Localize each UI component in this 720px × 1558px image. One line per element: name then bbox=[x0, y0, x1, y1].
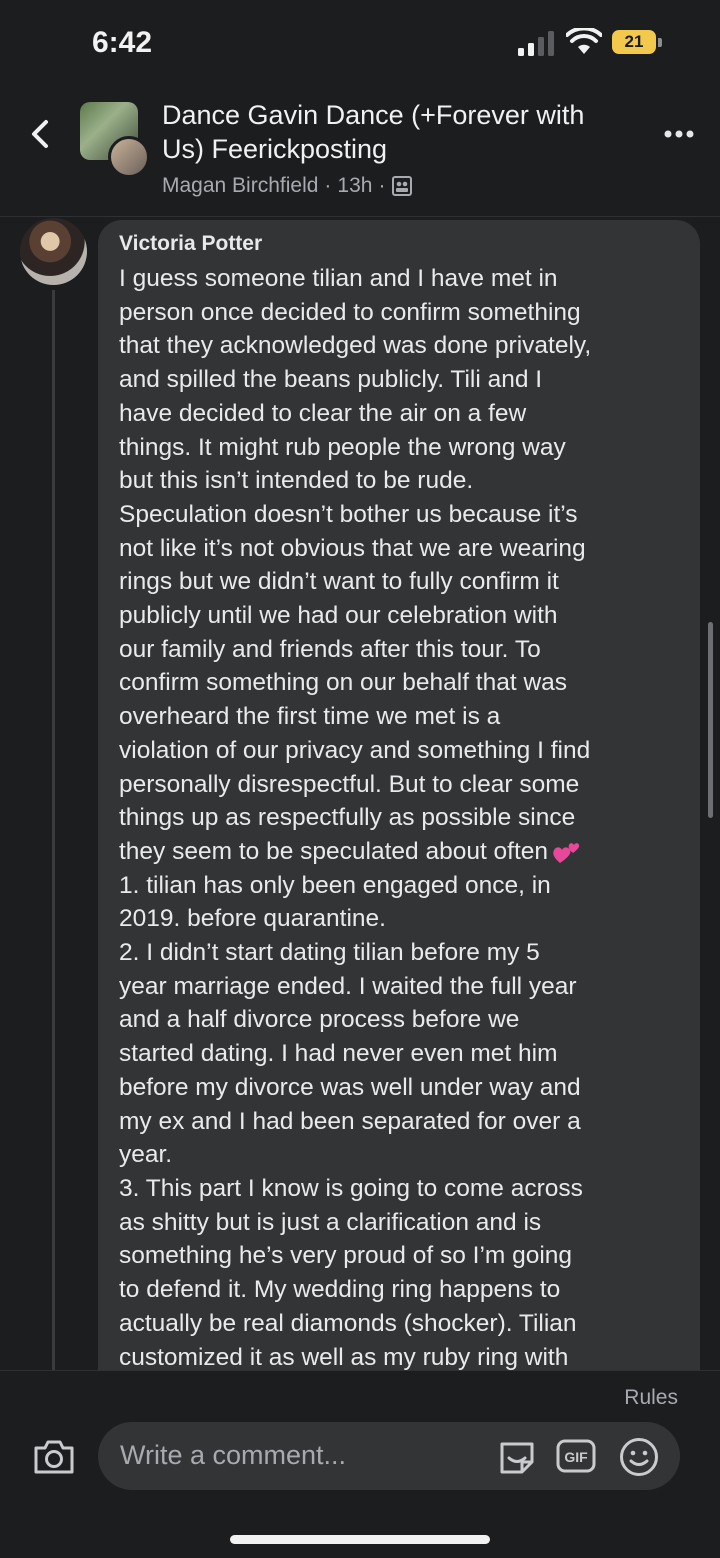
wifi-icon bbox=[566, 28, 602, 54]
comment-line: actually be real diamonds (shocker). Til… bbox=[119, 1309, 577, 1337]
comment-line: our family and friends after this tour. … bbox=[119, 635, 541, 663]
battery-nub bbox=[658, 38, 662, 47]
post-header: Dance Gavin Dance (+Forever with Us) Fee… bbox=[0, 88, 720, 217]
status-bar: 6:42 21 bbox=[0, 0, 720, 88]
comment-line: rings but we didn’t want to fully confir… bbox=[119, 568, 559, 596]
comment-line: and spilled the beans publicly. Tili and… bbox=[119, 366, 543, 394]
comment-line: but this isn’t intended to be rude. bbox=[119, 467, 474, 495]
camera-icon[interactable] bbox=[32, 1436, 76, 1476]
comment-line: Speculation doesn’t bother us because it… bbox=[119, 500, 578, 528]
more-options-icon[interactable] bbox=[664, 128, 694, 140]
poster-avatar bbox=[108, 136, 150, 178]
comment-line: violation of our privacy and something I… bbox=[119, 736, 591, 764]
comment-line: year. bbox=[119, 1141, 173, 1169]
comment-line-text: they seem to be speculated about often bbox=[119, 837, 549, 865]
group-avatar[interactable] bbox=[80, 102, 150, 178]
comment-line: I guess someone tilian and I have met in bbox=[119, 265, 558, 292]
comment-line: things. It might rub people the wrong wa… bbox=[119, 433, 566, 461]
status-time: 6:42 bbox=[92, 26, 153, 59]
comment-line: 2. I didn’t start dating tilian before m… bbox=[119, 939, 540, 967]
comment-line: to defend it. My wedding ring happens to bbox=[119, 1276, 561, 1304]
comment-line: things up as respectfully as possible si… bbox=[119, 804, 576, 832]
thread-line bbox=[52, 290, 55, 1370]
comment-line: have decided to clear the air on a few bbox=[119, 399, 527, 427]
scrollbar[interactable] bbox=[708, 622, 713, 818]
group-title-line-1: Dance Gavin Dance (+Forever with bbox=[162, 100, 585, 130]
comment-line: 3. This part I know is going to come acr… bbox=[119, 1174, 583, 1202]
comment-line: overheard the first time we met is a bbox=[119, 703, 501, 731]
poster-name[interactable]: Magan Birchfield bbox=[162, 174, 318, 198]
comment-line: 1. tilian has only been engaged once, in bbox=[119, 871, 551, 899]
group-privacy-icon bbox=[392, 176, 413, 196]
comment-line: person once decided to confirm something bbox=[119, 298, 581, 326]
post-meta: Magan Birchfield · 13h · bbox=[162, 174, 413, 198]
comment-line: before my divorce was well under way and bbox=[119, 1073, 581, 1101]
comment-line: not like it’s not obvious that we are we… bbox=[119, 534, 586, 562]
comment-line: they seem to be speculated about often bbox=[119, 835, 699, 869]
comment-line: started dating. I had never even met him bbox=[119, 1040, 558, 1068]
comment-line: as shitty but is just a clarification an… bbox=[119, 1208, 542, 1236]
comment-line: personally disrespectful. But to clear s… bbox=[119, 770, 580, 798]
comment-line: publicly until we had our celebration wi… bbox=[119, 602, 558, 630]
back-arrow-icon[interactable] bbox=[24, 116, 56, 152]
comment-text: I guess someone tilian and I have met in… bbox=[119, 262, 699, 1374]
emoji-icon[interactable] bbox=[618, 1436, 660, 1478]
battery-indicator: 21 bbox=[612, 28, 664, 56]
comment-input-placeholder: Write a comment... bbox=[120, 1440, 347, 1470]
two-hearts-emoji bbox=[553, 843, 580, 864]
comment-line: my ex and I had been separated for over … bbox=[119, 1107, 581, 1135]
comment-line: year marriage ended. I waited the full y… bbox=[119, 972, 577, 1000]
group-title-line-2: Us) Feerickposting bbox=[162, 134, 388, 164]
group-title[interactable]: Dance Gavin Dance (+Forever with Us) Fee… bbox=[162, 98, 642, 166]
rules-link[interactable]: Rules bbox=[624, 1386, 678, 1410]
meta-separator: · bbox=[378, 174, 386, 197]
comment-line: confirm something on our behalf that was bbox=[119, 669, 568, 697]
meta-separator: · bbox=[324, 174, 332, 197]
comment-line: that they acknowledged was done privatel… bbox=[119, 332, 592, 360]
commenter-avatar[interactable] bbox=[20, 218, 87, 285]
comment-author[interactable]: Victoria Potter bbox=[119, 232, 262, 256]
gif-label: GIF bbox=[564, 1449, 588, 1465]
comment-line: 2019. before quarantine. bbox=[119, 905, 386, 933]
comment-line: something he’s very proud of so I’m goin… bbox=[119, 1242, 573, 1270]
gif-icon[interactable]: GIF bbox=[556, 1438, 596, 1474]
battery-level: 21 bbox=[612, 30, 656, 54]
home-indicator[interactable] bbox=[230, 1535, 490, 1544]
post-time[interactable]: 13h bbox=[337, 174, 372, 198]
comment-line: and a half divorce process before we bbox=[119, 1006, 520, 1034]
sticker-icon[interactable] bbox=[496, 1436, 538, 1476]
cellular-signal-icon bbox=[518, 31, 554, 56]
